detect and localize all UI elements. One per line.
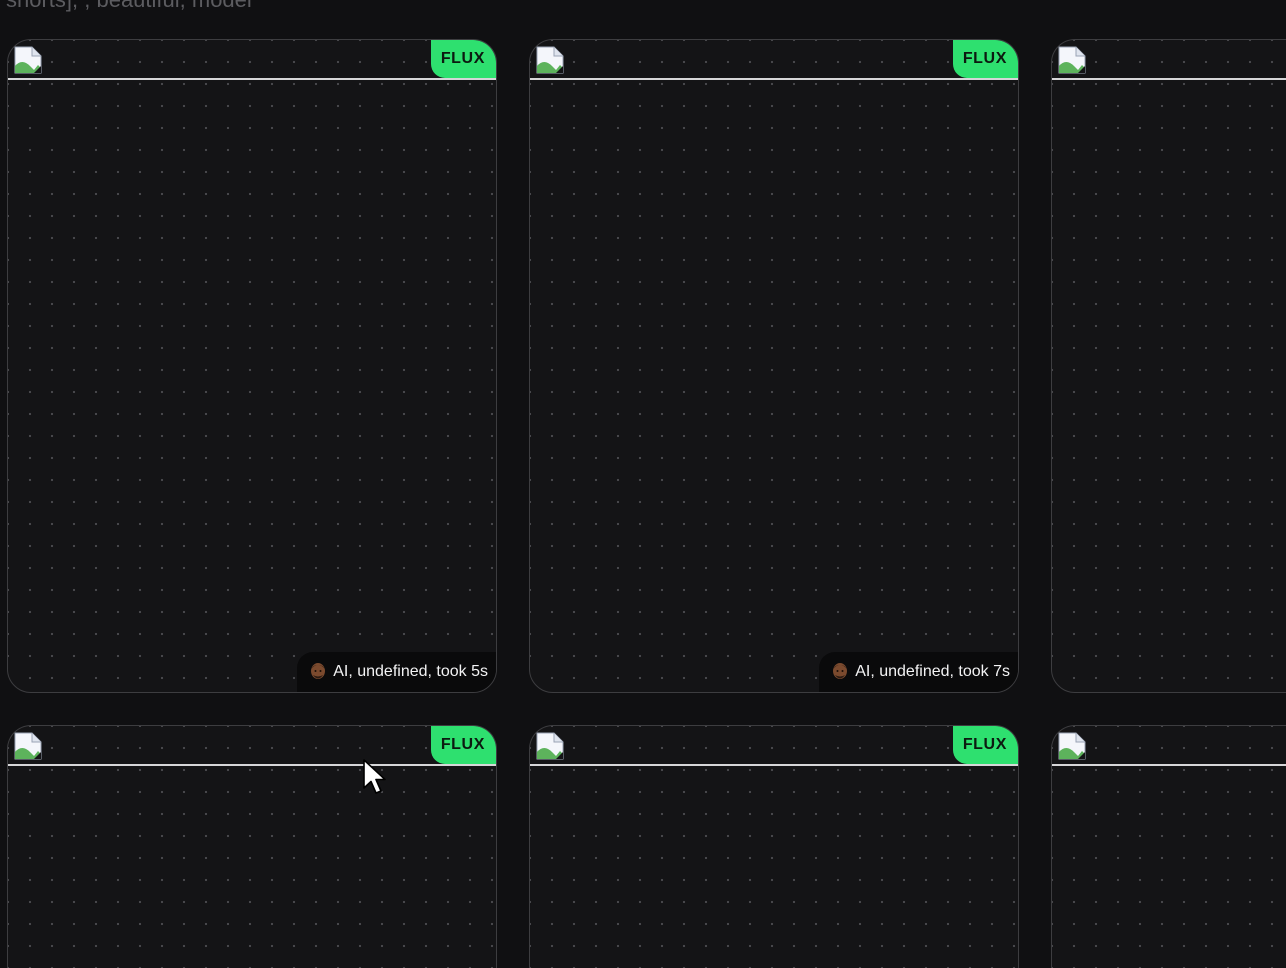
thumbnail-strip[interactable]: FLUX	[530, 40, 1018, 80]
generation-meta-text: AI, undefined, took 7s	[855, 663, 1010, 680]
generation-meta-text: AI, undefined, took 5s	[333, 663, 488, 680]
generation-card[interactable]	[1051, 725, 1286, 968]
prompt-text: shorts], , beautiful, model	[6, 0, 252, 13]
model-badge: FLUX	[952, 40, 1018, 78]
generation-card[interactable]: FLUX AI, undefined, took 5s	[7, 39, 497, 693]
person-emoji-icon	[833, 663, 848, 679]
generation-card[interactable]: FLUX	[529, 725, 1019, 968]
thumbnail-strip[interactable]: FLUX	[530, 726, 1018, 766]
thumbnail-strip[interactable]	[1052, 40, 1286, 80]
generation-card[interactable]	[1051, 39, 1286, 693]
generation-card[interactable]: FLUX	[7, 725, 497, 968]
broken-image-icon	[14, 732, 42, 760]
thumbnail-strip[interactable]: FLUX	[8, 40, 496, 80]
generation-meta: AI, undefined, took 7s	[819, 652, 1018, 692]
person-emoji-icon	[311, 663, 326, 679]
broken-image-icon	[536, 732, 564, 760]
thumbnail-strip[interactable]: FLUX	[8, 726, 496, 766]
broken-image-icon	[536, 46, 564, 74]
broken-image-icon	[1058, 46, 1086, 74]
broken-image-icon	[1058, 732, 1086, 760]
gallery-page: shorts], , beautiful, model FLUX AI, und…	[0, 0, 1286, 968]
model-badge: FLUX	[430, 726, 496, 764]
generation-card[interactable]: FLUX AI, undefined, took 7s	[529, 39, 1019, 693]
broken-image-icon	[14, 46, 42, 74]
thumbnail-strip[interactable]	[1052, 726, 1286, 766]
model-badge: FLUX	[952, 726, 1018, 764]
generation-meta: AI, undefined, took 5s	[297, 652, 496, 692]
model-badge: FLUX	[430, 40, 496, 78]
